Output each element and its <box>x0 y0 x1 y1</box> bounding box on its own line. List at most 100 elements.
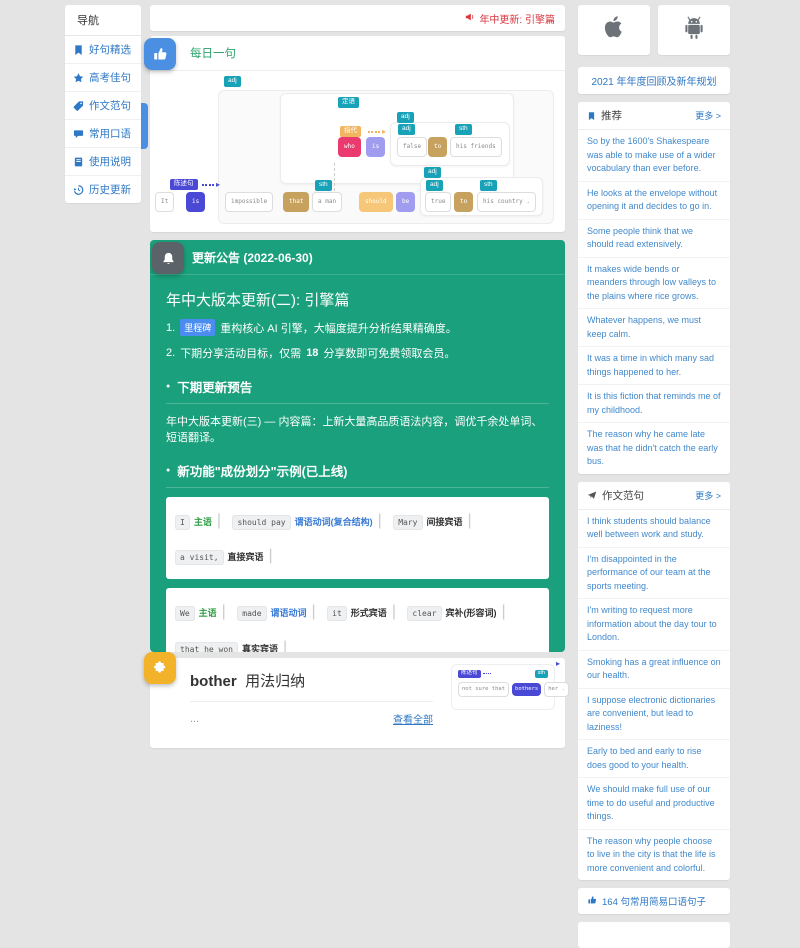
list-item[interactable]: The reason why he came late was that he … <box>578 423 730 474</box>
sidebar-item-manual[interactable]: 使用说明 <box>65 148 141 176</box>
list-item[interactable]: Whatever happens, we must keep calm. <box>578 309 730 347</box>
new-feature-section-title: 新功能"成份划分"示例(已上线) <box>166 461 549 488</box>
sidebar-item-good-sentences[interactable]: 好句精选 <box>65 36 141 64</box>
adj-tag: adj <box>398 124 415 135</box>
diagram-word: her . <box>544 682 569 698</box>
part-word: that he won <box>175 642 238 652</box>
part-label: 主语 <box>199 608 217 618</box>
example-card-1: I主语 should pay谓语动词(复合结构) Mary间接宾语 a visi… <box>166 497 549 579</box>
diagram-word[interactable]: false <box>397 137 427 157</box>
bother-title-zh: 用法归纳 <box>245 673 305 690</box>
diagram-word[interactable]: It <box>155 192 174 212</box>
essay-header: 作文范句 更多 > <box>578 482 730 510</box>
list-item[interactable]: It is this fiction that reminds me of my… <box>578 385 730 423</box>
bookmark-icon <box>73 44 84 56</box>
sidebar-item-history[interactable]: 历史更新 <box>65 176 141 203</box>
list-item[interactable]: I'm writing to request more information … <box>578 599 730 651</box>
list-item[interactable]: It makes wide bends or meanders through … <box>578 258 730 310</box>
part-word: We <box>175 606 195 621</box>
sidebar-collapse-handle[interactable] <box>141 103 148 149</box>
annual-review-banner[interactable]: 2021 年年度回顾及新年规划 <box>578 67 730 94</box>
chat-icon <box>73 128 84 140</box>
part-word: should pay <box>232 515 290 530</box>
adj-tag: adj <box>426 180 443 191</box>
part-word: made <box>237 606 266 621</box>
diagram-word[interactable]: to <box>454 192 473 212</box>
part-word: clear <box>407 606 441 621</box>
list-item[interactable]: I'm disappointed in the performance of o… <box>578 548 730 600</box>
adj-tag: adj <box>397 112 414 123</box>
part-word: it <box>327 606 347 621</box>
next-update-section-title: 下期更新预告 <box>166 377 549 404</box>
diagram-word[interactable]: to <box>428 137 447 157</box>
bookmark-icon <box>587 111 596 121</box>
diagram-word[interactable]: be <box>396 192 415 212</box>
diagram-word[interactable]: who <box>338 137 361 157</box>
diagram-word[interactable]: is <box>366 137 385 157</box>
mini-diagram-preview[interactable]: 陈述句 sth not sure that bothers her . <box>451 664 555 710</box>
statement-tag: 陈述句 <box>458 670 481 678</box>
recommend-more-link[interactable]: 更多 > <box>695 109 721 122</box>
thumbs-up-icon <box>587 895 597 908</box>
recommend-header: 推荐 更多 > <box>578 102 730 130</box>
spoken-sentences-link[interactable]: 164 句常用简易口语句子 <box>578 888 730 914</box>
diagram-word[interactable]: impossible <box>225 192 273 212</box>
list-item[interactable]: Early to bed and early to rise does good… <box>578 740 730 778</box>
sidebar-item-essay[interactable]: 作文范句 <box>65 92 141 120</box>
bother-view-all-link[interactable]: 查看全部 <box>393 711 433 726</box>
android-app-card[interactable] <box>658 5 730 55</box>
ios-app-card[interactable] <box>578 5 650 55</box>
diagram-word[interactable]: true <box>425 192 451 212</box>
bother-usage-card: bother 用法归纳 ... 查看全部 陈述句 sth not sure th… <box>150 658 565 748</box>
partial-card <box>578 922 730 948</box>
reference-tag: 指代 <box>340 126 361 137</box>
diagram-word[interactable]: a man <box>312 192 342 212</box>
part-label: 直接宾语 <box>228 552 264 562</box>
announcement-item-2: 2. 下期分享活动目标，仅需 18 分享数即可免费领取会员。 <box>166 345 549 361</box>
midyear-update-link[interactable]: 年中更新: 引擎篇 <box>465 11 555 26</box>
diagram-word: bothers <box>512 683 541 697</box>
item-number: 1. <box>166 322 175 334</box>
recommend-section: 推荐 更多 > So by the 1600's Shakespeare was… <box>578 102 730 474</box>
list-item[interactable]: I think students should balance well bet… <box>578 510 730 548</box>
diagram-word[interactable]: that <box>283 192 309 212</box>
daily-sentence-title: 每日一句 <box>150 36 565 71</box>
part-label: 间接宾语 <box>427 517 463 527</box>
list-item[interactable]: Some people think that we should read ex… <box>578 220 730 258</box>
megaphone-icon <box>465 12 475 25</box>
essay-title: 作文范句 <box>602 488 644 503</box>
reference-arrow-icon <box>368 131 380 133</box>
daily-sentence-card: 每日一句 adj 定语 指代 adj adj sth 陈述句 sth adj a… <box>150 36 565 232</box>
next-update-text: 年中大版本更新(三) — 内容篇：上新大量高品质语法内容，调优千余处单词、短语翻… <box>166 413 549 445</box>
sidebar-item-gaokao[interactable]: 高考佳句 <box>65 64 141 92</box>
star-icon <box>73 72 84 84</box>
sidebar-item-label: 高考佳句 <box>89 70 131 85</box>
announcement-title: 更新公告 (2022-06-30) <box>150 240 565 275</box>
list-item[interactable]: So by the 1600's Shakespeare was able to… <box>578 130 730 182</box>
part-label: 形式宾语 <box>351 608 387 618</box>
diagram-word[interactable]: his country . <box>477 192 536 212</box>
list-item[interactable]: Smoking has a great influence on our hea… <box>578 651 730 689</box>
sidebar-item-label: 历史更新 <box>89 182 131 197</box>
sidebar-item-spoken[interactable]: 常用口语 <box>65 120 141 148</box>
list-item[interactable]: The reason why people choose to live in … <box>578 830 730 881</box>
list-item[interactable]: I suppose electronic dictionaries are co… <box>578 689 730 741</box>
thumbs-up-icon[interactable] <box>144 38 176 70</box>
sth-tag: sth <box>480 180 497 191</box>
list-item[interactable]: He looks at the envelope without opening… <box>578 182 730 220</box>
ellipsis-text: ... <box>190 713 199 725</box>
diagram-word[interactable]: should <box>359 192 393 212</box>
paper-plane-icon <box>587 490 597 500</box>
part-label: 谓语动词 <box>271 608 307 618</box>
list-item[interactable]: We should make full use of our time to d… <box>578 778 730 830</box>
sentence-diagram: adj 定语 指代 adj adj sth 陈述句 sth adj adj st… <box>150 70 565 232</box>
part-label: 主语 <box>194 517 212 527</box>
part-word: a visit, <box>175 550 224 565</box>
diagram-word[interactable]: is <box>186 192 205 212</box>
essay-more-link[interactable]: 更多 > <box>695 489 721 502</box>
sentence-part: it 形式宾语 <box>327 594 403 629</box>
sentence-part: clear宾补(形容词) <box>407 594 512 629</box>
list-item[interactable]: It was a time in which many sad things h… <box>578 347 730 385</box>
diagram-word[interactable]: his friends <box>450 137 502 157</box>
sentence-part: a visit, 直接宾语 <box>175 538 280 573</box>
